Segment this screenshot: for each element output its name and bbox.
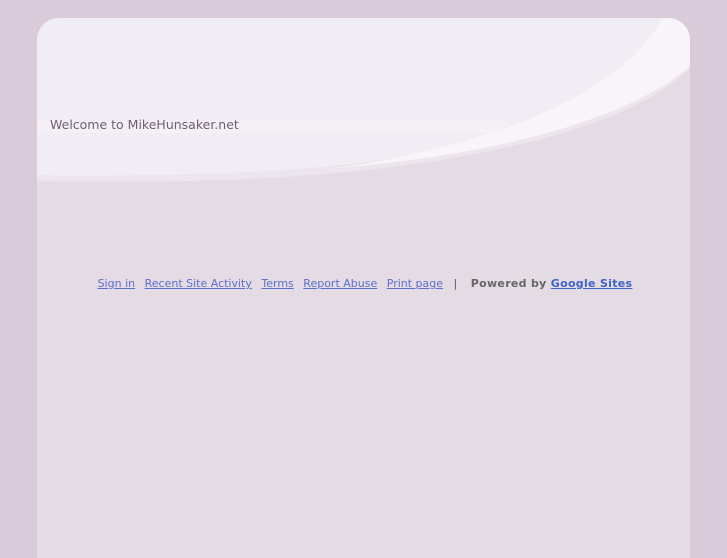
google-sites-link[interactable]: Google Sites: [551, 277, 633, 290]
powered-by-text: Powered by: [470, 277, 547, 290]
sign-in-link[interactable]: Sign in: [98, 277, 136, 290]
header-swoosh-graphic: [37, 18, 690, 182]
site-footer: Sign in Recent Site Activity Terms Repor…: [37, 277, 690, 290]
report-abuse-link[interactable]: Report Abuse: [303, 277, 377, 290]
footer-separator: |: [453, 277, 458, 290]
recent-site-activity-link[interactable]: Recent Site Activity: [145, 277, 252, 290]
print-page-link[interactable]: Print page: [387, 277, 443, 290]
site-title: Welcome to MikeHunsaker.net: [50, 117, 239, 132]
terms-link[interactable]: Terms: [261, 277, 293, 290]
powered-by-label: Powered by Google Sites: [471, 277, 633, 290]
page-container: Welcome to MikeHunsaker.net Sign in Rece…: [37, 18, 690, 558]
